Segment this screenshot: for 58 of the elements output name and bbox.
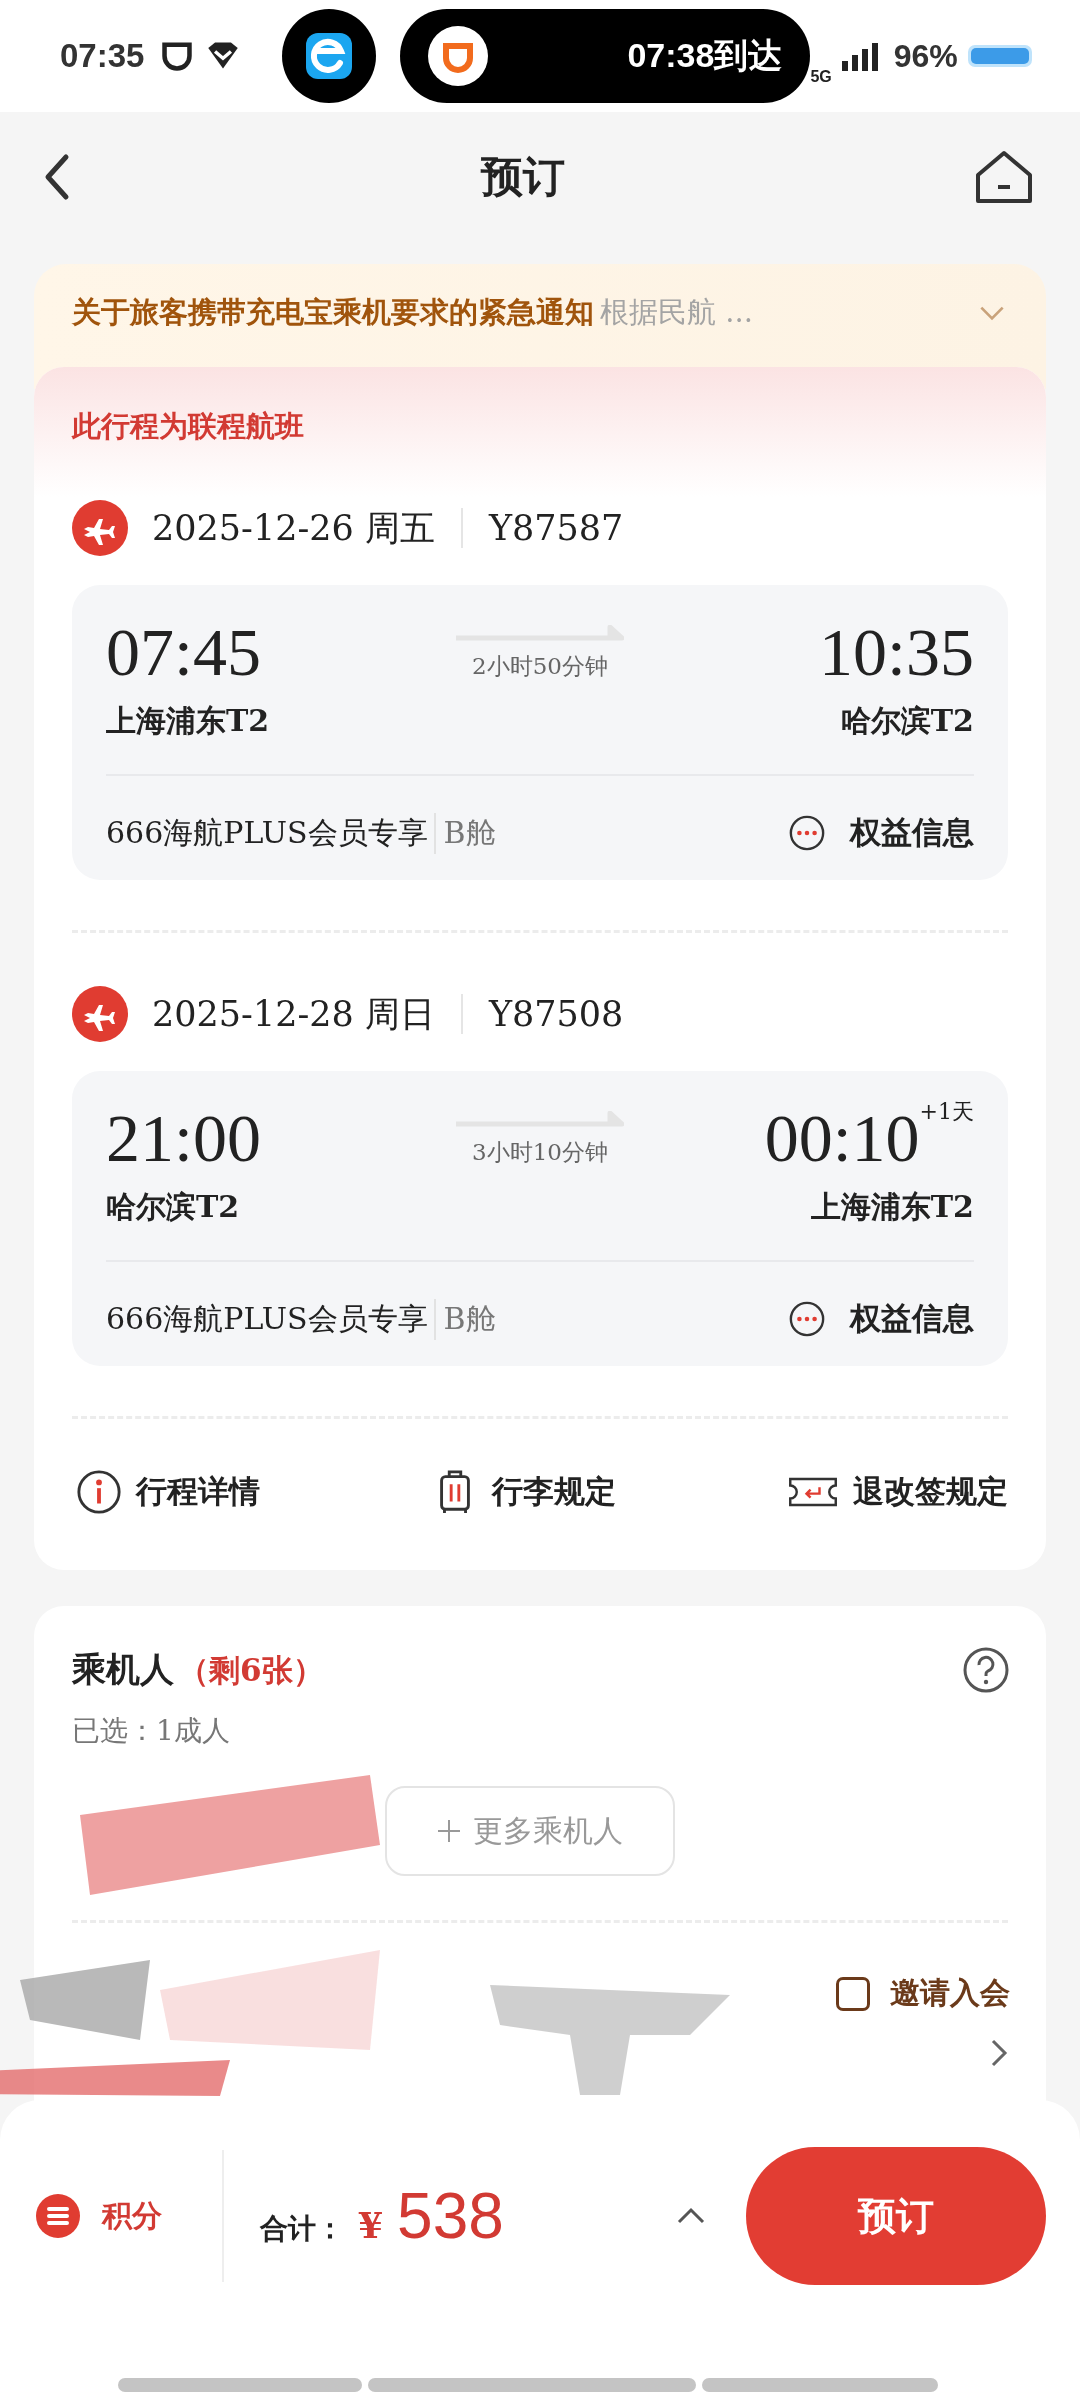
notice-preview: 根据民航 ... — [600, 294, 753, 329]
day-offset: +1天 — [919, 1098, 974, 1126]
departure-time: 07:45 — [106, 613, 262, 692]
cabin-class: B舱 — [433, 1298, 496, 1340]
live-activity-pill[interactable]: 07:38到达 — [400, 9, 811, 103]
departure-time: 21:00 — [106, 1099, 262, 1178]
page-title: 预订 — [481, 151, 565, 203]
invite-checkbox[interactable] — [836, 1976, 870, 2011]
battery-percent: 96% — [893, 37, 958, 75]
arrival-time: 10:35 — [819, 613, 974, 692]
flight-duration: 3小时10分钟 — [472, 1138, 608, 1167]
arrival-time: 00:10 — [764, 1099, 920, 1178]
more-icon — [788, 1300, 826, 1338]
clock-time: 07:35 — [60, 37, 145, 75]
total-price: 538 — [397, 2179, 504, 2253]
signal-icon — [839, 41, 880, 71]
caret-up-icon[interactable] — [676, 2207, 706, 2225]
fare-name: 666海航PLUS会员专享 — [106, 813, 428, 852]
flight-number: Y87508 — [488, 994, 624, 1034]
flight-date: 2025-12-28 周日 — [152, 994, 463, 1034]
benefits-link[interactable]: 权益信息 — [788, 1298, 974, 1340]
rule-link[interactable]: 行李规定 — [431, 1469, 616, 1515]
network-type: 5G — [810, 68, 832, 86]
info-icon — [76, 1469, 122, 1515]
departure-airport: 哈尔滨T2 — [106, 1188, 241, 1226]
section-title: 乘机人 — [72, 1649, 174, 1689]
notice-title: 关于旅客携带充电宝乘机要求的紧急通知 — [72, 294, 594, 329]
departure-airport: 上海浦东T2 — [106, 702, 271, 740]
currency-symbol: ¥ — [358, 2204, 384, 2246]
chevron-right-icon[interactable] — [990, 2038, 1008, 2068]
remaining-tickets: （剩6张） — [178, 1652, 324, 1688]
total-label: 合计： — [260, 2211, 344, 2247]
home-icon[interactable] — [974, 149, 1034, 205]
flight-number: Y87587 — [488, 508, 624, 548]
selected-count: 已选：1成人 — [71, 1713, 231, 1749]
cabin-class: B舱 — [433, 812, 496, 854]
coins-icon — [36, 2194, 80, 2238]
help-icon[interactable] — [962, 1646, 1010, 1694]
airplane-icon — [72, 986, 128, 1042]
app-bubble-icon[interactable] — [282, 9, 377, 103]
points-button[interactable]: 积分 — [36, 2194, 162, 2238]
arrival-airport: 哈尔滨T2 — [840, 702, 974, 740]
plus-icon — [437, 1819, 461, 1843]
invite-label: 邀请入会 — [890, 1974, 1010, 2012]
fare-name: 666海航PLUS会员专享 — [106, 1299, 428, 1338]
connecting-flight-label: 此行程为联程航班 — [72, 409, 304, 443]
benefits-link[interactable]: 权益信息 — [788, 812, 974, 854]
ride-app-icon — [428, 26, 489, 86]
arrival-airport: 上海浦东T2 — [810, 1188, 974, 1226]
book-button[interactable]: 预订 — [746, 2147, 1046, 2285]
flight-date: 2025-12-26 周五 — [152, 508, 463, 548]
flight-ticket[interactable]: 07:45 上海浦东T2 2小时50分钟 10:35 哈尔滨T2 666海航PLUS会员专享 B舱 权益信息 — [72, 585, 1008, 880]
rule-link[interactable]: 行程详情 — [76, 1469, 260, 1515]
airplane-icon — [72, 500, 128, 556]
shield-icon — [160, 39, 195, 73]
flight-duration: 2小时50分钟 — [472, 652, 608, 681]
rule-link[interactable]: 退改签规定 — [787, 1469, 1008, 1515]
more-icon — [788, 814, 826, 852]
